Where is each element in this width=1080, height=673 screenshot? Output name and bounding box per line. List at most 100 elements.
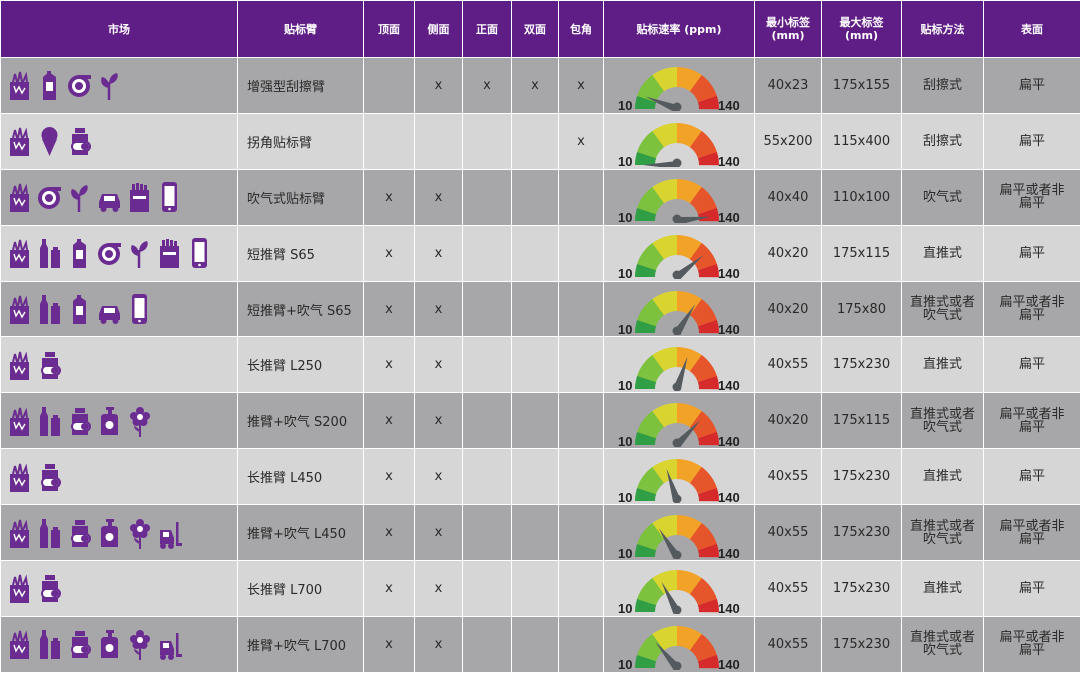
label-method-line: 直推式或者 — [902, 520, 983, 533]
side-mark: x — [415, 169, 463, 225]
gauge-min-label: 10 — [618, 266, 632, 279]
header-arm: 贴标臂 — [238, 1, 364, 58]
speed-gauge: 10140 — [604, 171, 754, 223]
gauge-max-label: 140 — [718, 210, 740, 223]
speed-gauge: 10140 — [604, 339, 754, 391]
gauge-min-label: 10 — [618, 378, 632, 391]
food-icon — [7, 348, 32, 382]
plant-icon — [97, 68, 122, 102]
food-icon — [7, 404, 32, 438]
car-icon — [97, 180, 122, 214]
food-icon — [7, 460, 32, 494]
speed-gauge: 10140 — [604, 59, 754, 111]
labeling-arm-spec-table: 市场 贴标臂 顶面 侧面 正面 双面 包角 贴标速率 (ppm) 最小标签 (m… — [0, 0, 1080, 673]
bottles-icon — [37, 627, 62, 661]
cigarette-pack-icon — [157, 236, 182, 270]
table-row: 长推臂 L700xx1014040x55175x230直推式扁平 — [1, 561, 1080, 617]
pill-bottle-icon — [37, 571, 62, 605]
gauge-min-label: 10 — [618, 601, 632, 614]
header-top: 顶面 — [364, 1, 415, 58]
double-mark — [512, 561, 559, 617]
market-icons-cell — [1, 169, 238, 225]
food-icon — [7, 516, 32, 550]
header-max-label-line2: (mm) — [822, 29, 901, 42]
wrap-mark — [559, 561, 604, 617]
pill-bottle-icon — [37, 348, 62, 382]
front-mark — [463, 225, 512, 281]
speed-gauge: 10140 — [604, 451, 754, 503]
surface-type-line: 扁平 — [984, 358, 1080, 371]
label-method: 直推式或者吹气式 — [902, 281, 984, 337]
food-icon — [7, 627, 32, 661]
surface-type-line: 扁平或者非 — [984, 520, 1080, 533]
market-icons-cell — [1, 281, 238, 337]
speed-gauge: 10 140 — [604, 227, 754, 279]
front-mark — [463, 561, 512, 617]
side-mark: x — [415, 505, 463, 561]
front-mark — [463, 393, 512, 449]
pill-bottle-icon — [67, 516, 92, 550]
plant-icon — [127, 236, 152, 270]
label-method-line: 吹气式 — [902, 533, 983, 546]
speed-gauge: 10140 — [604, 115, 754, 167]
max-label-size: 110x100 — [822, 169, 902, 225]
wrap-mark — [559, 169, 604, 225]
arm-name: 短推臂 S65 — [238, 225, 364, 281]
table-row: 推臂+吹气 L700xx1014040x55175x230直推式或者吹气式扁平或… — [1, 616, 1080, 672]
gauge-max-label: 140 — [718, 266, 740, 279]
max-label-size: 175x230 — [822, 505, 902, 561]
label-method: 刮擦式 — [902, 113, 984, 169]
smartphone-icon — [157, 180, 182, 214]
pill-bottle-icon — [67, 627, 92, 661]
pill-bottle-icon — [67, 404, 92, 438]
milk-carton-icon — [67, 236, 92, 270]
arm-name: 吹气式贴标臂 — [238, 169, 364, 225]
front-mark: x — [463, 58, 512, 114]
double-mark: x — [512, 58, 559, 114]
market-icons-cell — [1, 337, 238, 393]
arm-name: 长推臂 L250 — [238, 337, 364, 393]
max-label-size: 175x115 — [822, 393, 902, 449]
side-mark — [415, 113, 463, 169]
side-mark: x — [415, 393, 463, 449]
label-method: 直推式或者吹气式 — [902, 393, 984, 449]
gauge-min-label: 10 — [618, 98, 632, 111]
soap-dispenser-icon — [97, 404, 122, 438]
surface-type-line: 扁平 — [984, 197, 1080, 210]
market-icons-cell — [1, 561, 238, 617]
double-mark — [512, 449, 559, 505]
min-label-size: 40x20 — [755, 281, 822, 337]
speed-gauge: 10140 — [604, 395, 754, 447]
speed-gauge-cell: 10140 — [604, 337, 755, 393]
header-row: 市场 贴标臂 顶面 侧面 正面 双面 包角 贴标速率 (ppm) 最小标签 (m… — [1, 1, 1080, 58]
min-label-size: 40x55 — [755, 337, 822, 393]
milk-carton-icon — [37, 68, 62, 102]
speed-gauge-cell: 10140 — [604, 393, 755, 449]
min-label-size: 55x200 — [755, 113, 822, 169]
soap-dispenser-icon — [97, 516, 122, 550]
surface-type-line: 扁平 — [984, 135, 1080, 148]
surface-type: 扁平 — [984, 58, 1080, 114]
front-mark — [463, 616, 512, 672]
market-icons-cell — [1, 225, 238, 281]
max-label-size: 175x230 — [822, 337, 902, 393]
market-icons-cell — [1, 393, 238, 449]
front-mark — [463, 281, 512, 337]
wrap-mark — [559, 281, 604, 337]
top-mark: x — [364, 169, 415, 225]
max-label-size: 175x80 — [822, 281, 902, 337]
forklift-icon — [157, 516, 182, 550]
label-method: 直推式 — [902, 225, 984, 281]
max-label-size: 115x400 — [822, 113, 902, 169]
bottles-icon — [37, 236, 62, 270]
min-label-size: 40x23 — [755, 58, 822, 114]
arm-name: 推臂+吹气 S200 — [238, 393, 364, 449]
cigarette-pack-icon — [127, 180, 152, 214]
gauge-min-label: 10 — [618, 154, 632, 167]
header-max-label-line1: 最大标签 — [822, 16, 901, 29]
table-row: 长推臂 L250xx1014040x55175x230直推式扁平 — [1, 337, 1080, 393]
food-icon — [7, 571, 32, 605]
gauge-max-label: 140 — [718, 490, 740, 503]
surface-type-line: 扁平 — [984, 644, 1080, 657]
table-row: 短推臂+吹气 S65xx1014040x20175x80直推式或者吹气式扁平或者… — [1, 281, 1080, 337]
